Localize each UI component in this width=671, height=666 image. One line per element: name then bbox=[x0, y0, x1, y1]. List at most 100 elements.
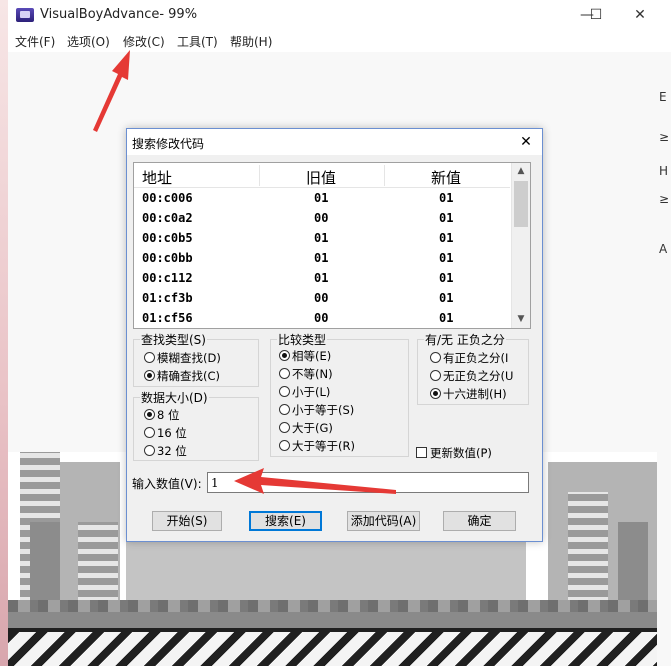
radio-label: 相等(E) bbox=[292, 349, 332, 363]
scrollbar-thumb[interactable] bbox=[514, 181, 528, 227]
cell-old-value: 00 bbox=[314, 211, 329, 225]
radio-label: 小于等于(S) bbox=[292, 403, 355, 417]
menu-file[interactable]: 文件(F) bbox=[15, 33, 55, 50]
cell-address: 00:c006 bbox=[142, 191, 193, 205]
radio-unsigned[interactable]: 无正负之分(U bbox=[430, 368, 513, 384]
add-code-button[interactable]: 添加代码(A) bbox=[347, 511, 420, 531]
data-size-title: 数据大小(D) bbox=[140, 389, 209, 406]
radio-icon[interactable] bbox=[144, 445, 155, 456]
column-header-old-value[interactable]: 旧值 bbox=[306, 167, 336, 188]
close-button[interactable]: ✕ bbox=[617, 0, 663, 30]
checkbox-label: 更新数值(P) bbox=[430, 446, 492, 460]
radio-label: 无正负之分(U bbox=[443, 369, 514, 383]
table-row[interactable]: 00:c0b5 01 01 bbox=[134, 229, 510, 249]
radio-size-32[interactable]: 32 位 bbox=[144, 443, 187, 459]
search-results-list[interactable]: 地址 旧值 新值 00:c006 01 01 00:c0a2 00 01 00:… bbox=[133, 162, 531, 329]
search-type-title: 查找类型(S) bbox=[140, 331, 207, 348]
radio-label: 8 位 bbox=[157, 408, 180, 422]
radio-label: 32 位 bbox=[157, 444, 187, 458]
dialog-close-button[interactable]: ✕ bbox=[514, 131, 538, 153]
cell-old-value: 00 bbox=[314, 291, 329, 305]
cell-new-value: 01 bbox=[439, 191, 454, 205]
radio-icon[interactable] bbox=[279, 440, 290, 451]
table-row[interactable]: 01:cf56 00 01 bbox=[134, 309, 510, 328]
table-row[interactable]: 00:c112 01 01 bbox=[134, 269, 510, 289]
radio-label: 大于等于(R) bbox=[292, 439, 355, 453]
maximize-button[interactable]: ☐ bbox=[573, 0, 619, 30]
update-values-checkbox[interactable]: 更新数值(P) bbox=[416, 445, 492, 461]
radio-icon[interactable] bbox=[430, 352, 441, 363]
scroll-up-arrow-icon[interactable]: ▲ bbox=[512, 163, 530, 180]
list-scrollbar[interactable]: ▲ ▼ bbox=[511, 163, 530, 328]
ok-button[interactable]: 确定 bbox=[443, 511, 516, 531]
radio-fuzzy-search[interactable]: 模糊查找(D) bbox=[144, 350, 221, 366]
scroll-down-arrow-icon[interactable]: ▼ bbox=[512, 311, 530, 328]
radio-selected-icon[interactable] bbox=[430, 388, 441, 399]
radio-icon[interactable] bbox=[279, 422, 290, 433]
radio-icon[interactable] bbox=[430, 370, 441, 381]
column-header-address[interactable]: 地址 bbox=[142, 167, 172, 188]
radio-signed[interactable]: 有正负之分(I bbox=[430, 350, 508, 366]
sign-title: 有/无 正负之分 bbox=[424, 331, 506, 348]
radio-size-8[interactable]: 8 位 bbox=[144, 407, 179, 423]
radio-exact-search[interactable]: 精确查找(C) bbox=[144, 368, 220, 384]
table-row[interactable]: 00:c0a2 00 01 bbox=[134, 209, 510, 229]
radio-icon[interactable] bbox=[279, 386, 290, 397]
cell-new-value: 01 bbox=[439, 291, 454, 305]
radio-greater-equal[interactable]: 大于等于(R) bbox=[279, 438, 355, 454]
radio-label: 有正负之分(I bbox=[443, 351, 509, 365]
menu-help[interactable]: 帮助(H) bbox=[230, 33, 272, 50]
column-divider[interactable] bbox=[384, 165, 385, 186]
radio-label: 大于(G) bbox=[292, 421, 333, 435]
background-right-window: E ≥ H ≥ A bbox=[657, 52, 671, 666]
cell-address: 00:c0b5 bbox=[142, 231, 193, 245]
radio-selected-icon[interactable] bbox=[144, 370, 155, 381]
radio-greater-than[interactable]: 大于(G) bbox=[279, 420, 333, 436]
table-row[interactable]: 00:c006 01 01 bbox=[134, 189, 510, 209]
cell-old-value: 01 bbox=[314, 271, 329, 285]
cell-address: 01:cf3b bbox=[142, 291, 193, 305]
radio-hexadecimal[interactable]: 十六进制(H) bbox=[430, 386, 507, 402]
start-button[interactable]: 开始(S) bbox=[152, 511, 222, 531]
cell-address: 00:c112 bbox=[142, 271, 193, 285]
table-row[interactable]: 01:cf3b 00 01 bbox=[134, 289, 510, 309]
table-row[interactable]: 00:c0bb 01 01 bbox=[134, 249, 510, 269]
dialog-titlebar: 搜索修改代码 ✕ bbox=[127, 129, 542, 155]
column-divider[interactable] bbox=[259, 165, 260, 186]
radio-less-equal[interactable]: 小于等于(S) bbox=[279, 402, 354, 418]
radio-icon[interactable] bbox=[144, 352, 155, 363]
radio-icon[interactable] bbox=[279, 404, 290, 415]
background-glyph: ≥ bbox=[659, 130, 670, 144]
annotation-arrow-menu bbox=[93, 50, 130, 132]
radio-label: 不等(N) bbox=[292, 367, 333, 381]
data-size-group: 数据大小(D) 8 位 16 位 32 位 bbox=[133, 389, 259, 461]
red-arrow-icon bbox=[93, 50, 130, 132]
background-left-strip bbox=[0, 0, 8, 666]
menu-tools[interactable]: 工具(T) bbox=[177, 33, 218, 50]
column-header-new-value[interactable]: 新值 bbox=[431, 167, 461, 188]
search-button[interactable]: 搜索(E) bbox=[249, 511, 322, 531]
radio-equal[interactable]: 相等(E) bbox=[279, 348, 331, 364]
radio-size-16[interactable]: 16 位 bbox=[144, 425, 187, 441]
background-glyph: H bbox=[659, 164, 669, 178]
dialog-title: 搜索修改代码 bbox=[132, 137, 205, 151]
visualboyadvance-app-icon bbox=[16, 8, 34, 22]
cell-old-value: 01 bbox=[314, 231, 329, 245]
search-type-group: 查找类型(S) 模糊查找(D) 精确查找(C) bbox=[133, 331, 259, 387]
window-title: VisualBoyAdvance- 99% bbox=[40, 7, 198, 22]
radio-selected-icon[interactable] bbox=[144, 409, 155, 420]
background-glyph: A bbox=[659, 242, 668, 256]
cell-new-value: 01 bbox=[439, 271, 454, 285]
background-glyph: ≥ bbox=[659, 192, 670, 206]
radio-not-equal[interactable]: 不等(N) bbox=[279, 366, 333, 382]
radio-icon[interactable] bbox=[144, 427, 155, 438]
checkbox-icon[interactable] bbox=[416, 447, 427, 458]
building bbox=[78, 522, 118, 602]
annotation-arrow-input bbox=[234, 468, 396, 494]
cell-new-value: 01 bbox=[439, 231, 454, 245]
game-hazard-stripe bbox=[8, 632, 657, 666]
radio-icon[interactable] bbox=[279, 368, 290, 379]
radio-selected-icon[interactable] bbox=[279, 350, 290, 361]
radio-less-than[interactable]: 小于(L) bbox=[279, 384, 330, 400]
cell-address: 00:c0bb bbox=[142, 251, 193, 265]
